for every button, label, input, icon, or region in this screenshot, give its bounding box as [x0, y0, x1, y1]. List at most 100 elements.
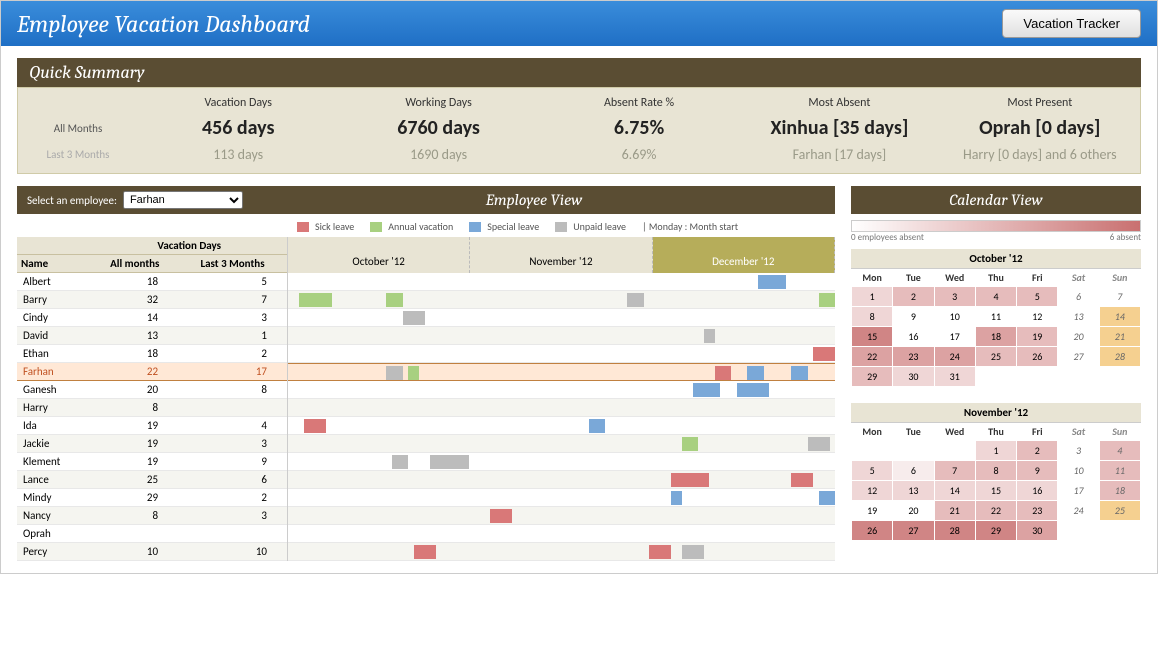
- calendar-day[interactable]: 5: [1017, 287, 1058, 307]
- calendar-day[interactable]: [1099, 367, 1140, 387]
- calendar-day[interactable]: 6: [893, 461, 934, 481]
- calendar-day[interactable]: 1: [852, 287, 893, 307]
- calendar-day[interactable]: 17: [934, 327, 975, 347]
- calendar-day[interactable]: 13: [1058, 307, 1099, 327]
- calendar-day[interactable]: 17: [1058, 481, 1099, 501]
- calendar-day[interactable]: 15: [975, 481, 1016, 501]
- calendar-day[interactable]: 12: [852, 481, 893, 501]
- table-row[interactable]: Albert185: [17, 273, 287, 291]
- calendar-day[interactable]: 7: [934, 461, 975, 481]
- calendar-day[interactable]: 16: [893, 327, 934, 347]
- header-bar: Employee Vacation Dashboard Vacation Tra…: [1, 1, 1157, 46]
- calendar-day[interactable]: 8: [852, 307, 893, 327]
- calendar-day[interactable]: 26: [1017, 347, 1058, 367]
- calendar-day[interactable]: 24: [934, 347, 975, 367]
- table-row[interactable]: Lance256: [17, 471, 287, 489]
- emp-name: Nancy: [17, 507, 92, 525]
- calendar-day[interactable]: 4: [975, 287, 1016, 307]
- vacation-tracker-button[interactable]: Vacation Tracker: [1002, 9, 1141, 38]
- calendar-day[interactable]: 25: [1099, 501, 1140, 521]
- calendar-day[interactable]: 21: [934, 501, 975, 521]
- calendar-day[interactable]: [934, 441, 975, 461]
- calendar-day[interactable]: 22: [975, 501, 1016, 521]
- calendar-day[interactable]: 14: [1099, 307, 1140, 327]
- calendar-day[interactable]: 27: [1058, 347, 1099, 367]
- table-row[interactable]: Mindy292: [17, 489, 287, 507]
- table-row[interactable]: David131: [17, 327, 287, 345]
- employee-select[interactable]: Farhan: [123, 191, 243, 209]
- calendar: October '12MonTueWedThuFriSatSun12345678…: [851, 249, 1141, 387]
- calendar-day[interactable]: 9: [893, 307, 934, 327]
- gantt-row: [288, 345, 835, 363]
- table-row[interactable]: Barry327: [17, 291, 287, 309]
- calendar-day[interactable]: 30: [1017, 521, 1058, 541]
- calendar-day[interactable]: 3: [934, 287, 975, 307]
- table-row[interactable]: Ethan182: [17, 345, 287, 363]
- val-l3-present: Harry [0 days] and 6 others: [940, 146, 1140, 163]
- calendar-day[interactable]: 10: [934, 307, 975, 327]
- table-row[interactable]: Ida194: [17, 417, 287, 435]
- calendar-day[interactable]: 20: [1058, 327, 1099, 347]
- legend-monday: | Monday : Month start: [642, 220, 738, 233]
- calendar-day[interactable]: 2: [893, 287, 934, 307]
- calendar-day[interactable]: [852, 441, 893, 461]
- emp-name: Percy: [17, 543, 92, 561]
- calendar-day[interactable]: 27: [893, 521, 934, 541]
- calendar-day[interactable]: 7: [1099, 287, 1140, 307]
- table-row[interactable]: Ganesh208: [17, 381, 287, 399]
- calendar-day[interactable]: 6: [1058, 287, 1099, 307]
- calendar-day[interactable]: 28: [1099, 347, 1140, 367]
- calendar-day[interactable]: 10: [1058, 461, 1099, 481]
- calendar-dow: Wed: [934, 423, 975, 441]
- calendar-day[interactable]: [975, 367, 1016, 387]
- calendar-day[interactable]: 16: [1017, 481, 1058, 501]
- calendar-day[interactable]: 5: [852, 461, 893, 481]
- calendar-day[interactable]: 24: [1058, 501, 1099, 521]
- calendar-day[interactable]: 4: [1099, 441, 1140, 461]
- table-row[interactable]: Klement199: [17, 453, 287, 471]
- calendar-day[interactable]: 11: [1099, 461, 1140, 481]
- gantt-bar: [671, 473, 709, 487]
- table-row[interactable]: Oprah: [17, 525, 287, 543]
- calendar-day[interactable]: 23: [1017, 501, 1058, 521]
- calendar-day[interactable]: 14: [934, 481, 975, 501]
- legend: Sick leave Annual vacation Special leave…: [17, 214, 835, 237]
- table-row[interactable]: Nancy83: [17, 507, 287, 525]
- calendar-day[interactable]: 18: [1099, 481, 1140, 501]
- calendar-day[interactable]: 15: [852, 327, 893, 347]
- calendar-day[interactable]: 26: [852, 521, 893, 541]
- calendar-day[interactable]: 13: [893, 481, 934, 501]
- calendar-day[interactable]: 23: [893, 347, 934, 367]
- calendar-day[interactable]: 2: [1017, 441, 1058, 461]
- calendar-day[interactable]: 12: [1017, 307, 1058, 327]
- table-row[interactable]: Harry8: [17, 399, 287, 417]
- calendar-day[interactable]: 8: [975, 461, 1016, 481]
- calendar-day[interactable]: 19: [1017, 327, 1058, 347]
- calendar-day[interactable]: [1058, 367, 1099, 387]
- calendar-day[interactable]: [1058, 521, 1099, 541]
- table-row[interactable]: Cindy143: [17, 309, 287, 327]
- table-row[interactable]: Farhan2217: [17, 363, 287, 381]
- calendar-day[interactable]: 3: [1058, 441, 1099, 461]
- calendar-day[interactable]: 11: [975, 307, 1016, 327]
- calendar-day[interactable]: 20: [893, 501, 934, 521]
- calendar-day[interactable]: 31: [934, 367, 975, 387]
- table-row[interactable]: Jackie193: [17, 435, 287, 453]
- calendar-day[interactable]: [1099, 521, 1140, 541]
- calendar-day[interactable]: 29: [975, 521, 1016, 541]
- calendar-day[interactable]: 18: [975, 327, 1016, 347]
- calendar-day[interactable]: [1017, 367, 1058, 387]
- calendar-day[interactable]: 19: [852, 501, 893, 521]
- table-row[interactable]: Percy1010: [17, 543, 287, 561]
- calendar-day[interactable]: 25: [975, 347, 1016, 367]
- calendar-day[interactable]: 1: [975, 441, 1016, 461]
- calendar-day[interactable]: 22: [852, 347, 893, 367]
- calendar-day[interactable]: 28: [934, 521, 975, 541]
- emp-last3: 1: [178, 327, 287, 345]
- calendar-day[interactable]: 30: [893, 367, 934, 387]
- calendar-day[interactable]: 9: [1017, 461, 1058, 481]
- calendar-day[interactable]: 29: [852, 367, 893, 387]
- calendar-day[interactable]: 21: [1099, 327, 1140, 347]
- heatmap-min: 0 employees absent: [851, 232, 924, 243]
- calendar-day[interactable]: [893, 441, 934, 461]
